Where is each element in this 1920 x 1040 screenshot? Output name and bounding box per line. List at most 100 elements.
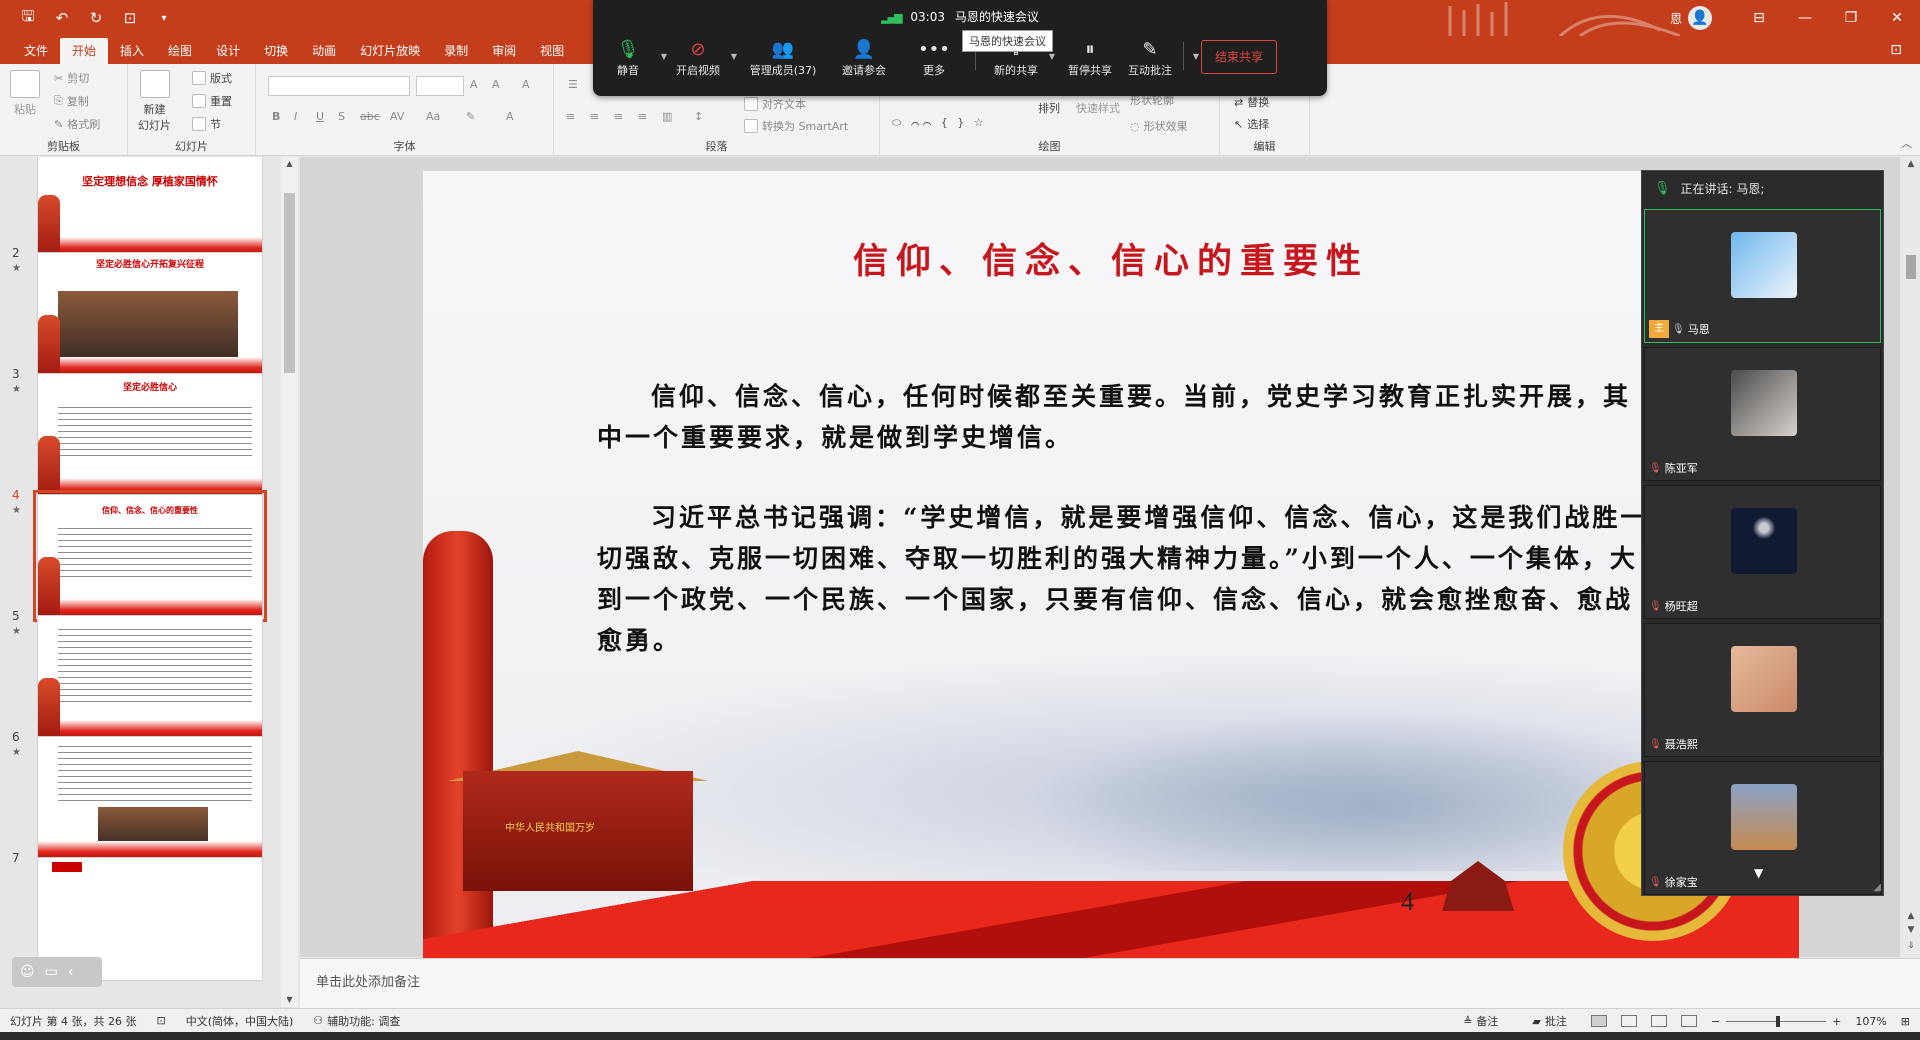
tab-insert[interactable]: 插入 bbox=[108, 38, 156, 64]
justify-icon[interactable]: ≡ bbox=[638, 110, 647, 123]
slide-sorter-icon[interactable] bbox=[1620, 1015, 1637, 1027]
char-spacing-button[interactable]: AV bbox=[390, 110, 404, 123]
shapes-gallery[interactable]: ⬭ ⌒⌒ { } ☆ bbox=[892, 116, 987, 130]
customize-quick-access-icon[interactable]: ▾ bbox=[154, 13, 174, 24]
zoom-track[interactable] bbox=[1726, 1015, 1827, 1027]
user-avatar-icon[interactable]: 👤 bbox=[1688, 6, 1712, 30]
notes-pane[interactable]: 单击此处添加备注 bbox=[300, 958, 1920, 1008]
bullets-icon[interactable]: ☰ bbox=[568, 78, 578, 91]
restore-button[interactable]: ❐ bbox=[1828, 0, 1874, 36]
slide-thumbnail-2[interactable]: 坚定必胜信心开拓复兴征程 bbox=[37, 252, 263, 376]
tab-review[interactable]: 审阅 bbox=[480, 38, 528, 64]
start-from-beginning-icon[interactable]: ⊡ bbox=[120, 9, 140, 27]
align-center-icon[interactable]: ≡ bbox=[590, 110, 599, 123]
cut-button[interactable]: ✂ 剪切 bbox=[54, 70, 89, 86]
chevron-down-icon[interactable]: ▼ bbox=[1193, 52, 1199, 61]
slideshow-view-icon[interactable] bbox=[1680, 1015, 1697, 1027]
format-painter-button[interactable]: ✎ 格式刷 bbox=[54, 116, 100, 132]
underline-button[interactable]: U bbox=[316, 110, 324, 123]
current-slide[interactable]: 中华人民共和国万岁 信仰、信念、信心的重要性 信仰、信念、信心，任何时候都至关重… bbox=[423, 171, 1799, 959]
more-button[interactable]: ••• 更多 bbox=[899, 38, 969, 78]
columns-icon[interactable]: ▥ bbox=[662, 110, 672, 123]
chevron-up-icon[interactable]: ︿ bbox=[1901, 135, 1912, 151]
chat-icon[interactable]: ▭ bbox=[45, 964, 58, 980]
font-size-select[interactable] bbox=[416, 76, 464, 96]
scroll-thumb[interactable] bbox=[284, 193, 295, 373]
language-indicator[interactable]: 中文(简体，中国大陆) bbox=[176, 1013, 304, 1029]
new-slide-button[interactable]: 新建 幻灯片 bbox=[138, 70, 171, 133]
shape-effects-button[interactable]: ◌ 形状效果 bbox=[1130, 118, 1188, 134]
end-share-button[interactable]: 结束共享 bbox=[1201, 40, 1277, 74]
align-text-button[interactable]: 对齐文本 bbox=[744, 96, 806, 112]
font-family-select[interactable] bbox=[268, 76, 410, 96]
chevron-left-icon[interactable]: ‹ bbox=[68, 964, 74, 980]
normal-view-icon[interactable] bbox=[1590, 1015, 1607, 1027]
zoom-out-icon[interactable]: − bbox=[1711, 1015, 1720, 1028]
slide-thumbnail-3[interactable]: 坚定必胜信心 bbox=[37, 373, 263, 497]
tab-record[interactable]: 录制 bbox=[432, 38, 480, 64]
manage-members-button[interactable]: 👥 管理成员(37) bbox=[743, 38, 823, 78]
zoom-knob[interactable] bbox=[1776, 1015, 1781, 1027]
redo-icon[interactable]: ↻ bbox=[86, 9, 106, 27]
undo-icon[interactable]: ↶ bbox=[52, 9, 72, 27]
tab-animations[interactable]: 动画 bbox=[300, 38, 348, 64]
italic-button[interactable]: I bbox=[294, 110, 297, 123]
scroll-up-icon[interactable]: ▲ bbox=[1902, 911, 1920, 921]
tab-slideshow[interactable]: 幻灯片放映 bbox=[348, 38, 432, 64]
shadow-button[interactable]: S bbox=[338, 110, 345, 123]
quick-styles-button[interactable]: 快速样式 bbox=[1076, 100, 1120, 116]
slide-thumbnail-6[interactable] bbox=[37, 736, 263, 860]
chevron-down-icon[interactable]: ▼ bbox=[731, 52, 737, 61]
layout-button[interactable]: 版式 bbox=[192, 70, 232, 86]
line-spacing-icon[interactable]: ↕ bbox=[694, 110, 703, 123]
participant-tile[interactable]: 🎙 聂浩熙 bbox=[1644, 623, 1881, 757]
slide-thumbnail-5[interactable] bbox=[37, 615, 263, 739]
comments-button[interactable]: ▰ 批注 bbox=[1522, 1013, 1576, 1029]
clear-format-button[interactable]: A bbox=[522, 78, 530, 91]
bold-button[interactable]: B bbox=[272, 110, 280, 123]
emoji-icon[interactable]: ☺ bbox=[20, 964, 35, 980]
change-case-button[interactable]: Aa bbox=[426, 110, 440, 123]
zoom-in-icon[interactable]: + bbox=[1832, 1015, 1841, 1028]
shrink-font-button[interactable]: A bbox=[492, 78, 500, 91]
grow-font-button[interactable]: A bbox=[470, 78, 478, 91]
tab-file[interactable]: 文件 bbox=[12, 38, 60, 64]
save-icon[interactable]: 🖫 bbox=[18, 6, 38, 31]
replace-button[interactable]: ⇄ 替换 bbox=[1234, 94, 1269, 110]
strikethrough-button[interactable]: abc bbox=[360, 110, 380, 123]
notes-button[interactable]: ≜ 备注 bbox=[1453, 1013, 1508, 1029]
collapse-ribbon-icon[interactable]: ⊡ bbox=[1890, 42, 1902, 58]
copy-button[interactable]: ⎘ 复制 bbox=[54, 93, 89, 109]
invite-button[interactable]: 👤 邀请参会 bbox=[829, 38, 899, 78]
spellcheck-icon[interactable]: ⊡ bbox=[146, 1014, 175, 1027]
ribbon-display-icon[interactable]: ⊟ bbox=[1736, 0, 1782, 36]
slide-title[interactable]: 信仰、信念、信心的重要性 bbox=[423, 233, 1799, 284]
slide-thumbnail-4[interactable]: 信仰、信念、信心的重要性 bbox=[33, 490, 267, 622]
highlight-icon[interactable]: ✎ bbox=[466, 110, 475, 123]
convert-smartart-button[interactable]: 转换为 SmartArt bbox=[744, 118, 848, 134]
select-button[interactable]: ↖ 选择 bbox=[1234, 116, 1269, 132]
next-slide-icon[interactable]: ⇓ bbox=[1902, 941, 1920, 951]
close-button[interactable]: ✕ bbox=[1874, 0, 1920, 36]
tab-home[interactable]: 开始 bbox=[60, 38, 109, 64]
accessibility-button[interactable]: ⚇ 辅助功能: 调查 bbox=[303, 1013, 410, 1029]
scroll-down-icon[interactable]: ▼ bbox=[281, 993, 298, 1007]
chevron-down-icon[interactable]: ▼ bbox=[1754, 866, 1763, 880]
slide-paragraph-1[interactable]: 信仰、信念、信心，任何时候都至关重要。当前，党史学习教育正扎实开展，其中一个重要… bbox=[597, 376, 1657, 458]
slide-paragraph-2[interactable]: 习近平总书记强调：“学史增信，就是要增强信仰、信念、信心，这是我们战胜一切强敌、… bbox=[597, 497, 1657, 661]
scroll-up-icon[interactable]: ▲ bbox=[1902, 159, 1920, 169]
align-right-icon[interactable]: ≡ bbox=[614, 110, 623, 123]
scroll-thumb[interactable] bbox=[1906, 255, 1916, 279]
start-video-button[interactable]: ⊘ 开启视频 ▼ bbox=[663, 38, 737, 78]
mute-button[interactable]: 🎙 静音 ▼ bbox=[593, 38, 667, 78]
account-area[interactable]: 恩 👤 bbox=[1670, 6, 1712, 30]
font-color-button[interactable]: A bbox=[506, 110, 514, 123]
zoom-level[interactable]: 107% bbox=[1855, 1015, 1886, 1028]
tab-transitions[interactable]: 切换 bbox=[252, 38, 300, 64]
slide-thumbnail-1[interactable]: 坚定理想信念 厚植家国情怀 bbox=[37, 157, 263, 256]
participant-tile[interactable]: 🎙 杨旺超 bbox=[1644, 485, 1881, 619]
scroll-down-icon[interactable]: ▼ bbox=[1902, 925, 1920, 935]
editor-scrollbar[interactable]: ▲ ▲ ▼ ⇓ bbox=[1902, 157, 1920, 957]
reading-view-icon[interactable] bbox=[1650, 1015, 1667, 1027]
annotate-button[interactable]: ✎ 互动批注 ▼ bbox=[1115, 38, 1199, 78]
